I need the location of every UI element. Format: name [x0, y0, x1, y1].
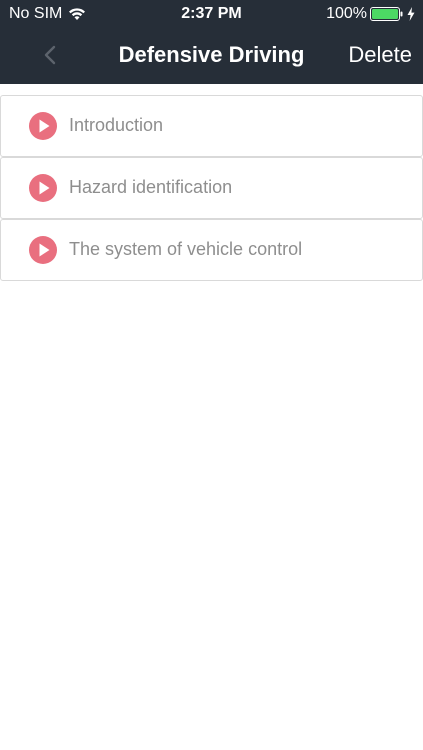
status-right: 100%: [326, 5, 415, 23]
list-item[interactable]: Hazard identification: [0, 157, 423, 219]
play-icon[interactable]: [29, 174, 57, 202]
charging-bolt-icon: [407, 7, 415, 21]
list-item[interactable]: The system of vehicle control: [0, 219, 423, 281]
app-header: No SIM 2:37 PM 100% Defensive Driving De…: [0, 0, 423, 84]
list-item-label: Introduction: [69, 115, 164, 135]
play-icon[interactable]: [29, 236, 57, 264]
play-icon[interactable]: [29, 112, 57, 140]
nav-bar: Defensive Driving Delete: [0, 28, 423, 84]
list-item-label: The system of vehicle control: [69, 239, 303, 259]
battery-percent: 100%: [326, 5, 367, 22]
lesson-list: Introduction Hazard identification The s…: [0, 95, 423, 281]
delete-button[interactable]: Delete: [348, 42, 412, 68]
list-item-label: Hazard identification: [69, 177, 233, 197]
status-bar: No SIM 2:37 PM 100%: [0, 0, 423, 28]
battery-icon: [370, 7, 403, 21]
list-item[interactable]: Introduction: [0, 95, 423, 157]
